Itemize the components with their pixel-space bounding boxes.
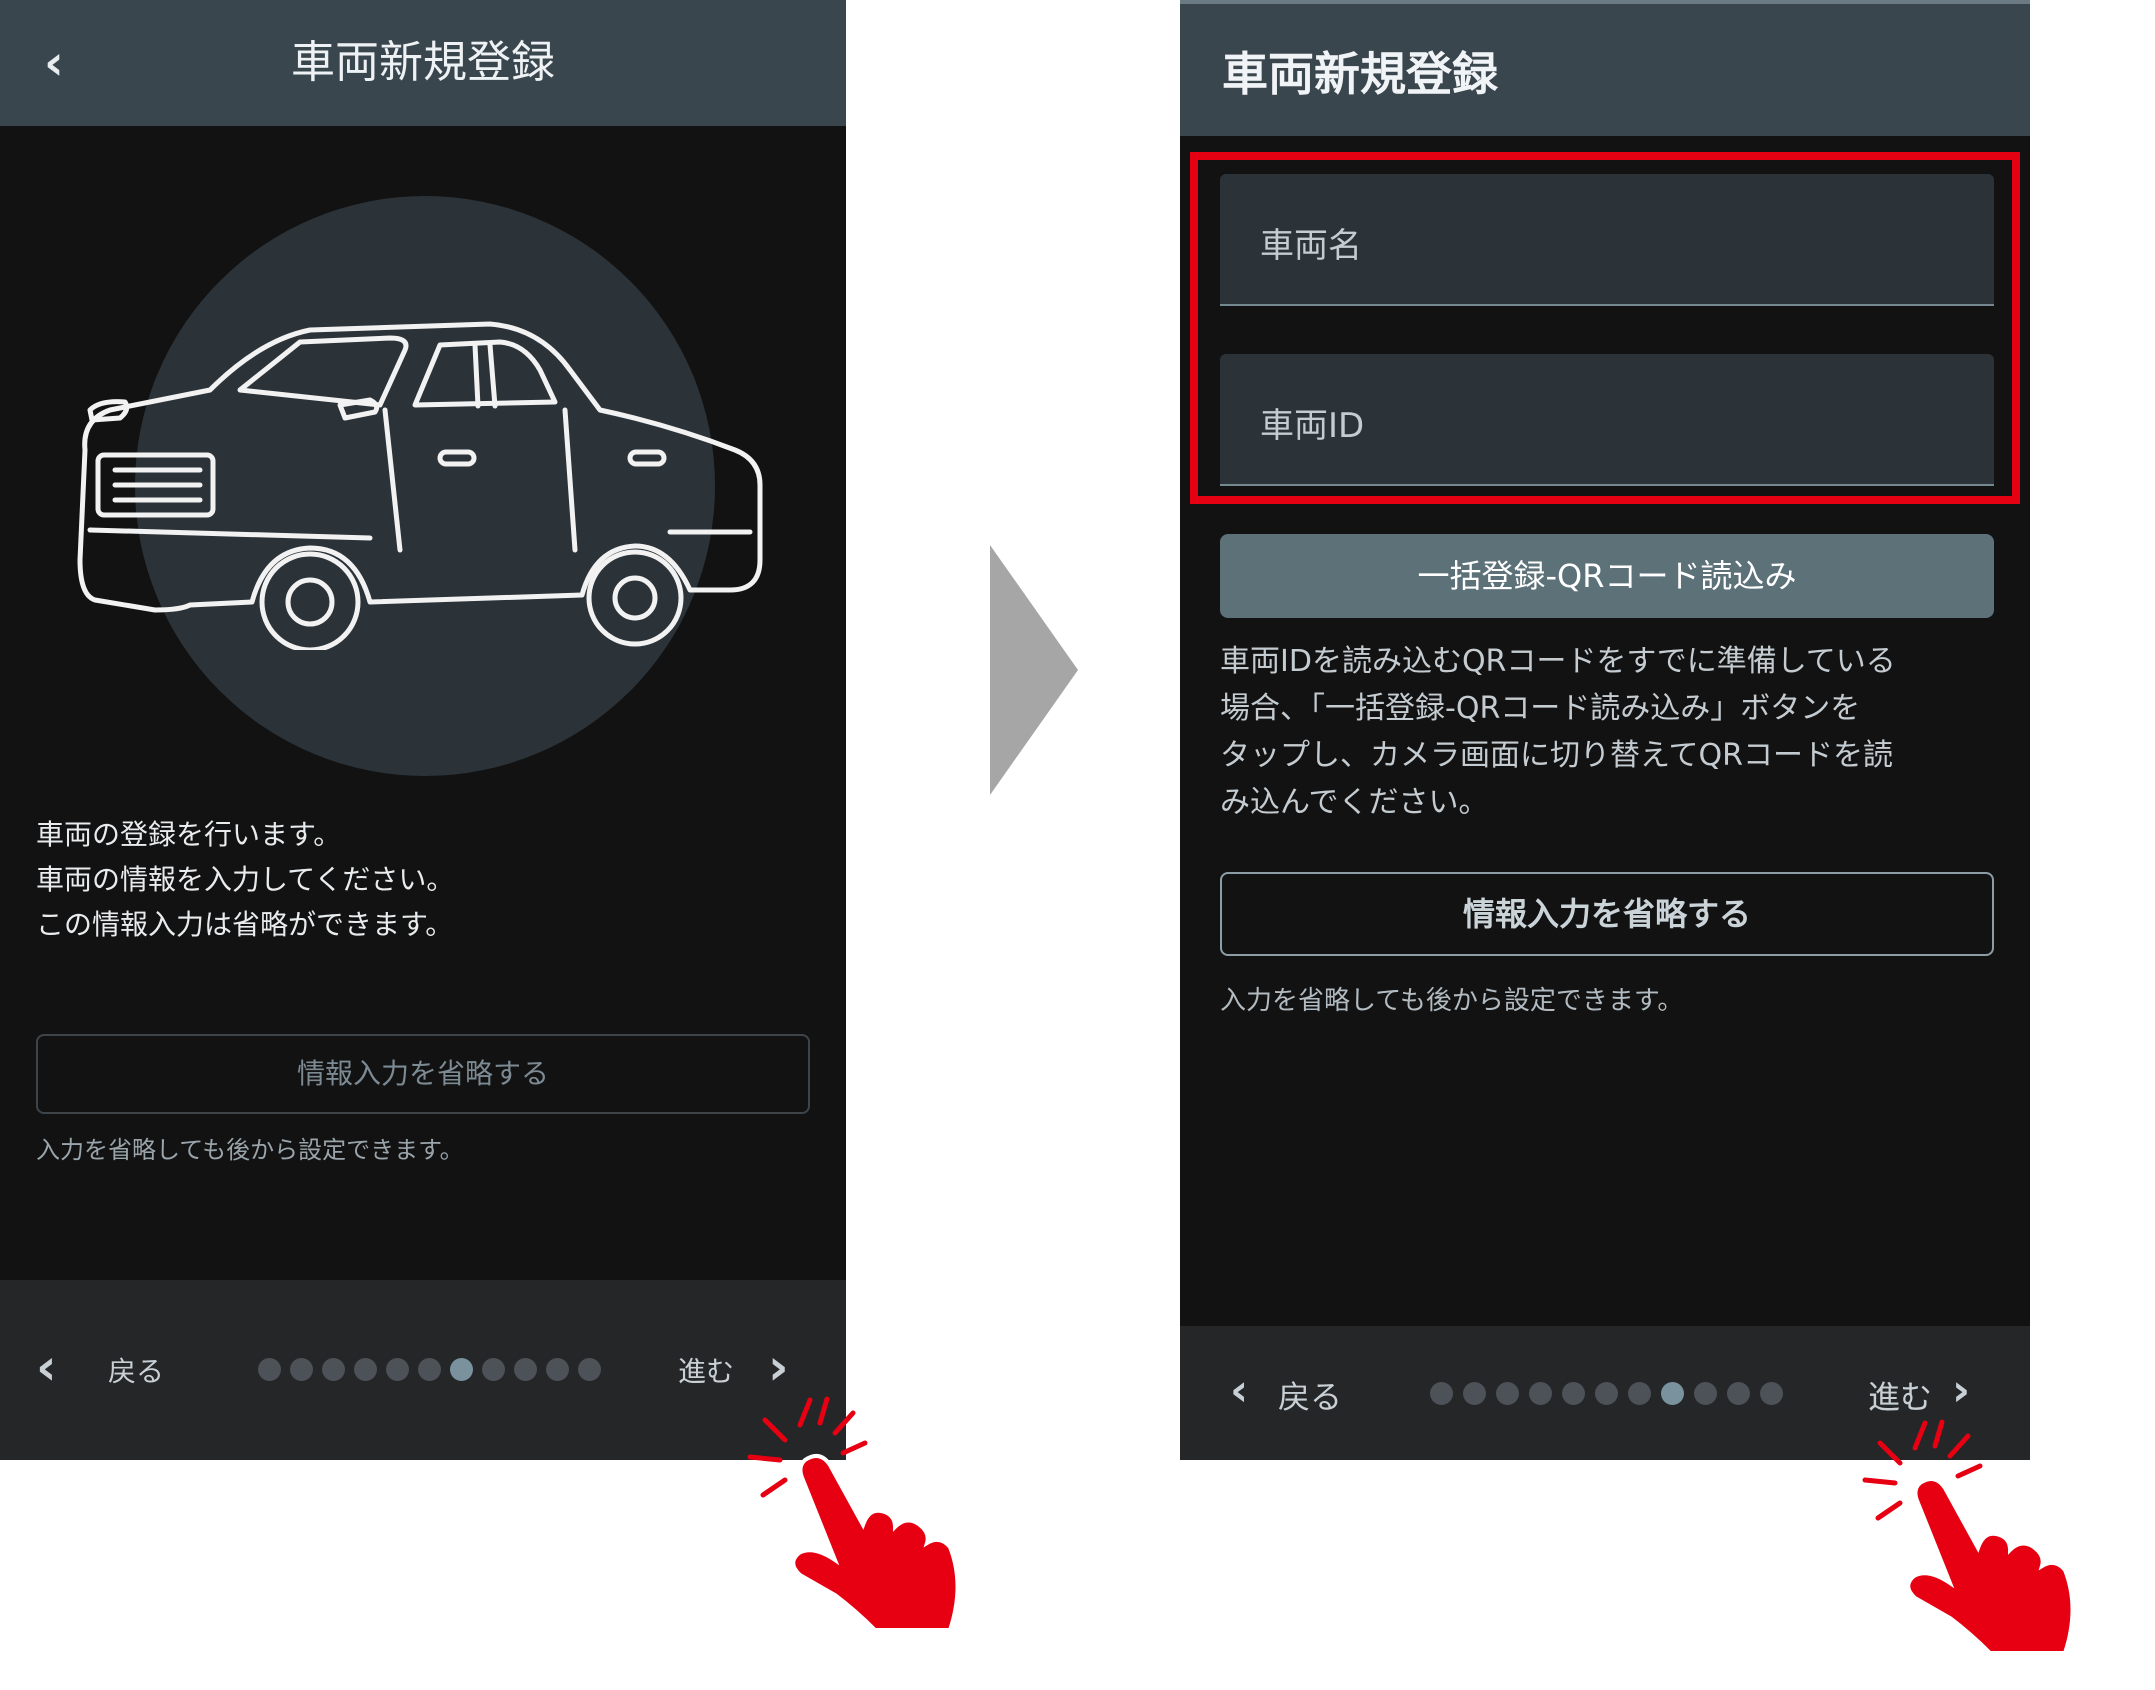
step-dot-active [450,1358,473,1381]
left-header: 車両新規登録 ‹ [0,0,846,126]
stage: 車両新規登録 ‹ 車両の登録を行います。 車両の情報を入力してください。 この情… [0,0,2155,1690]
car-icon [77,321,763,650]
step-dot [514,1358,537,1381]
step-dot [1430,1382,1453,1405]
description-line: 車両の登録を行います。 [36,818,342,851]
qr-description-line: タップし、カメラ画面に切り替えてQRコードを読 [1220,738,1893,773]
description-line: 車両の情報を入力してください。 [36,863,455,896]
description-line: この情報入力は省略ができます。 [36,908,454,941]
step-dot [1463,1382,1486,1405]
skip-note: 入力を省略しても後から設定できます。 [36,1136,464,1164]
tapping-hand-icon [747,1396,960,1632]
qr-description-line: 場合、「一括登録-QRコード読み込み」ボタンを [1220,691,1861,726]
step-dot [482,1358,505,1381]
chevron-left-icon[interactable]: ‹ [44,38,88,88]
description: 車両の登録を行います。 車両の情報を入力してください。 この情報入力は省略ができ… [36,812,796,947]
step-dot [386,1358,409,1381]
page-title: 車両新規登録 [291,37,555,88]
right-header: 車両新規登録 [1180,0,2030,136]
step-indicator [258,1358,601,1381]
step-dot [578,1358,601,1381]
tapping-hand-icon [1862,1419,2075,1655]
step-dot [258,1358,281,1381]
step-dot [1562,1382,1585,1405]
qr-description-line: み込んでください。 [1220,785,1489,820]
step-dot [546,1358,569,1381]
back-button[interactable]: 戻る [1278,1372,1342,1418]
step-dot [1628,1382,1651,1405]
skip-input-button[interactable]: 情報入力を省略する [36,1034,810,1114]
next-button[interactable]: 進む [678,1350,734,1390]
next-button[interactable]: 進む [1868,1372,1932,1418]
step-dot-active [1661,1382,1684,1405]
step-dot [1595,1382,1618,1405]
skip-note: 入力を省略しても後から設定できます。 [1220,986,1684,1016]
triangle-arrow-icon [990,545,1078,795]
right-screen: 車両新規登録 車両名 車両ID 一括登録-QRコード読込み 車両IDを読み込むQ… [1180,0,2030,1460]
left-screen: 車両新規登録 ‹ 車両の登録を行います。 車両の情報を入力してください。 この情… [0,0,846,1460]
chevron-right-icon[interactable]: › [768,1342,789,1392]
step-dot [322,1358,345,1381]
chevron-left-icon[interactable]: ‹ [36,1342,57,1392]
step-dot [354,1358,377,1381]
back-button[interactable]: 戻る [108,1350,164,1390]
page-title: 車両新規登録 [1222,47,1498,101]
chevron-right-icon[interactable]: › [1952,1366,1970,1416]
step-dot [1529,1382,1552,1405]
qr-description-line: 車両IDを読み込むQRコードをすでに準備している [1220,644,1896,679]
step-dot [1760,1382,1783,1405]
chevron-left-icon[interactable]: ‹ [1230,1366,1248,1416]
step-dot [1727,1382,1750,1405]
step-dot [1496,1382,1519,1405]
step-dot [290,1358,313,1381]
wizard-footer: ‹ 戻る 進む › [0,1280,846,1460]
step-dot [1694,1382,1717,1405]
qr-bulk-register-button[interactable]: 一括登録-QRコード読込み [1220,534,1994,618]
skip-input-button[interactable]: 情報入力を省略する [1220,872,1994,956]
step-dot [418,1358,441,1381]
step-indicator [1430,1382,1783,1405]
highlight-frame [1190,152,2020,504]
qr-description: 車両IDを読み込むQRコードをすでに準備している 場合、「一括登録-QRコード読… [1220,638,2000,826]
